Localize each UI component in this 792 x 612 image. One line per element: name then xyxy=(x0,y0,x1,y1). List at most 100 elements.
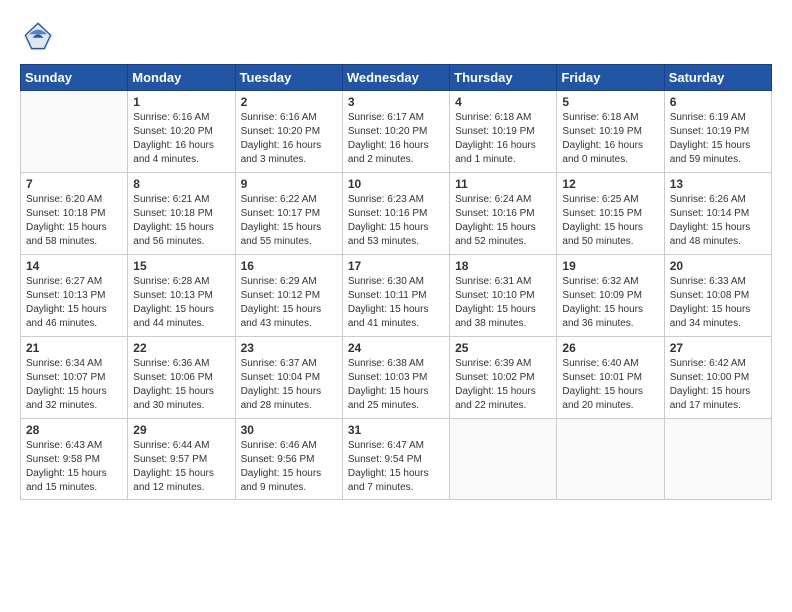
table-cell xyxy=(21,91,128,173)
day-info: Sunrise: 6:21 AM Sunset: 10:18 PM Daylig… xyxy=(133,193,229,249)
table-cell: 30 Sunrise: 6:46 AM Sunset: 9:56 PM Dayli… xyxy=(235,419,342,500)
table-cell: 14 Sunrise: 6:27 AM Sunset: 10:13 PM Dayl… xyxy=(21,255,128,337)
table-cell: 13 Sunrise: 6:26 AM Sunset: 10:14 PM Dayl… xyxy=(664,173,771,255)
table-cell: 19Sunrise: 6:32 AM Sunset: 10:09 PM Dayl… xyxy=(557,255,664,337)
day-info: Sunrise: 6:29 AM Sunset: 10:12 PM Daylig… xyxy=(241,275,337,331)
day-number: 30 xyxy=(241,423,337,437)
day-number: 11 xyxy=(455,177,551,191)
calendar-body: 1 Sunrise: 6:16 AM Sunset: 10:20 PM Dayli… xyxy=(21,91,772,500)
day-info: Sunrise: 6:31 AM Sunset: 10:10 PM Daylig… xyxy=(455,275,551,331)
day-number: 10 xyxy=(348,177,444,191)
day-number: 3 xyxy=(348,95,444,109)
day-number: 1 xyxy=(133,95,229,109)
day-info: Sunrise: 6:42 AM Sunset: 10:00 PM Daylig… xyxy=(670,357,766,413)
table-cell: 20 Sunrise: 6:33 AM Sunset: 10:08 PM Dayl… xyxy=(664,255,771,337)
table-cell: 23Sunrise: 6:37 AM Sunset: 10:04 PM Dayl… xyxy=(235,337,342,419)
table-cell: 16 Sunrise: 6:29 AM Sunset: 10:12 PM Dayl… xyxy=(235,255,342,337)
day-info: Sunrise: 6:18 AM Sunset: 10:19 PM Daylig… xyxy=(562,111,658,167)
header xyxy=(20,18,772,54)
table-cell: 31Sunrise: 6:47 AM Sunset: 9:54 PM Dayli… xyxy=(342,419,449,500)
day-number: 6 xyxy=(670,95,766,109)
header-wednesday: Wednesday xyxy=(342,65,449,91)
day-number: 17 xyxy=(348,259,444,273)
day-number: 22 xyxy=(133,341,229,355)
day-info: Sunrise: 6:33 AM Sunset: 10:08 PM Daylig… xyxy=(670,275,766,331)
week-row-1: 1 Sunrise: 6:16 AM Sunset: 10:20 PM Dayli… xyxy=(21,91,772,173)
day-number: 4 xyxy=(455,95,551,109)
day-number: 29 xyxy=(133,423,229,437)
day-info: Sunrise: 6:30 AM Sunset: 10:11 PM Daylig… xyxy=(348,275,444,331)
table-cell: 22 Sunrise: 6:36 AM Sunset: 10:06 PM Dayl… xyxy=(128,337,235,419)
day-number: 14 xyxy=(26,259,122,273)
header-row: SundayMondayTuesdayWednesdayThursdayFrid… xyxy=(21,65,772,91)
table-cell: 10Sunrise: 6:23 AM Sunset: 10:16 PM Dayl… xyxy=(342,173,449,255)
table-cell: 1 Sunrise: 6:16 AM Sunset: 10:20 PM Dayli… xyxy=(128,91,235,173)
table-cell xyxy=(557,419,664,500)
day-info: Sunrise: 6:16 AM Sunset: 10:20 PM Daylig… xyxy=(133,111,229,167)
day-info: Sunrise: 6:32 AM Sunset: 10:09 PM Daylig… xyxy=(562,275,658,331)
day-number: 18 xyxy=(455,259,551,273)
day-number: 7 xyxy=(26,177,122,191)
week-row-4: 21 Sunrise: 6:34 AM Sunset: 10:07 PM Dayl… xyxy=(21,337,772,419)
table-cell xyxy=(450,419,557,500)
table-cell: 25 Sunrise: 6:39 AM Sunset: 10:02 PM Dayl… xyxy=(450,337,557,419)
day-number: 20 xyxy=(670,259,766,273)
table-cell: 2 Sunrise: 6:16 AM Sunset: 10:20 PM Dayli… xyxy=(235,91,342,173)
table-cell: 4 Sunrise: 6:18 AM Sunset: 10:19 PM Dayli… xyxy=(450,91,557,173)
day-number: 15 xyxy=(133,259,229,273)
header-tuesday: Tuesday xyxy=(235,65,342,91)
table-cell: 15 Sunrise: 6:28 AM Sunset: 10:13 PM Dayl… xyxy=(128,255,235,337)
day-number: 2 xyxy=(241,95,337,109)
day-number: 9 xyxy=(241,177,337,191)
header-friday: Friday xyxy=(557,65,664,91)
table-cell xyxy=(664,419,771,500)
calendar-table: SundayMondayTuesdayWednesdayThursdayFrid… xyxy=(20,64,772,500)
day-info: Sunrise: 6:39 AM Sunset: 10:02 PM Daylig… xyxy=(455,357,551,413)
table-cell: 5 Sunrise: 6:18 AM Sunset: 10:19 PM Dayli… xyxy=(557,91,664,173)
day-number: 16 xyxy=(241,259,337,273)
header-monday: Monday xyxy=(128,65,235,91)
table-cell: 9Sunrise: 6:22 AM Sunset: 10:17 PM Dayli… xyxy=(235,173,342,255)
day-info: Sunrise: 6:28 AM Sunset: 10:13 PM Daylig… xyxy=(133,275,229,331)
table-cell: 3 Sunrise: 6:17 AM Sunset: 10:20 PM Dayli… xyxy=(342,91,449,173)
day-info: Sunrise: 6:44 AM Sunset: 9:57 PM Dayligh… xyxy=(133,439,229,495)
week-row-5: 28 Sunrise: 6:43 AM Sunset: 9:58 PM Dayli… xyxy=(21,419,772,500)
table-cell: 12 Sunrise: 6:25 AM Sunset: 10:15 PM Dayl… xyxy=(557,173,664,255)
table-cell: 11Sunrise: 6:24 AM Sunset: 10:16 PM Dayl… xyxy=(450,173,557,255)
day-number: 28 xyxy=(26,423,122,437)
week-row-3: 14 Sunrise: 6:27 AM Sunset: 10:13 PM Dayl… xyxy=(21,255,772,337)
day-info: Sunrise: 6:34 AM Sunset: 10:07 PM Daylig… xyxy=(26,357,122,413)
day-info: Sunrise: 6:26 AM Sunset: 10:14 PM Daylig… xyxy=(670,193,766,249)
day-info: Sunrise: 6:40 AM Sunset: 10:01 PM Daylig… xyxy=(562,357,658,413)
day-info: Sunrise: 6:17 AM Sunset: 10:20 PM Daylig… xyxy=(348,111,444,167)
day-number: 26 xyxy=(562,341,658,355)
day-info: Sunrise: 6:47 AM Sunset: 9:54 PM Dayligh… xyxy=(348,439,444,495)
table-cell: 27Sunrise: 6:42 AM Sunset: 10:00 PM Dayl… xyxy=(664,337,771,419)
page-container: SundayMondayTuesdayWednesdayThursdayFrid… xyxy=(0,0,792,510)
day-info: Sunrise: 6:20 AM Sunset: 10:18 PM Daylig… xyxy=(26,193,122,249)
day-info: Sunrise: 6:43 AM Sunset: 9:58 PM Dayligh… xyxy=(26,439,122,495)
day-info: Sunrise: 6:27 AM Sunset: 10:13 PM Daylig… xyxy=(26,275,122,331)
day-number: 5 xyxy=(562,95,658,109)
day-info: Sunrise: 6:46 AM Sunset: 9:56 PM Dayligh… xyxy=(241,439,337,495)
header-sunday: Sunday xyxy=(21,65,128,91)
table-cell: 29 Sunrise: 6:44 AM Sunset: 9:57 PM Dayli… xyxy=(128,419,235,500)
logo xyxy=(20,18,60,54)
table-cell: 6Sunrise: 6:19 AM Sunset: 10:19 PM Dayli… xyxy=(664,91,771,173)
day-number: 13 xyxy=(670,177,766,191)
table-cell: 8Sunrise: 6:21 AM Sunset: 10:18 PM Dayli… xyxy=(128,173,235,255)
table-cell: 17 Sunrise: 6:30 AM Sunset: 10:11 PM Dayl… xyxy=(342,255,449,337)
day-number: 25 xyxy=(455,341,551,355)
week-row-2: 7 Sunrise: 6:20 AM Sunset: 10:18 PM Dayli… xyxy=(21,173,772,255)
table-cell: 26 Sunrise: 6:40 AM Sunset: 10:01 PM Dayl… xyxy=(557,337,664,419)
day-info: Sunrise: 6:37 AM Sunset: 10:04 PM Daylig… xyxy=(241,357,337,413)
table-cell: 24Sunrise: 6:38 AM Sunset: 10:03 PM Dayl… xyxy=(342,337,449,419)
day-info: Sunrise: 6:16 AM Sunset: 10:20 PM Daylig… xyxy=(241,111,337,167)
day-info: Sunrise: 6:18 AM Sunset: 10:19 PM Daylig… xyxy=(455,111,551,167)
day-info: Sunrise: 6:25 AM Sunset: 10:15 PM Daylig… xyxy=(562,193,658,249)
day-number: 21 xyxy=(26,341,122,355)
day-info: Sunrise: 6:36 AM Sunset: 10:06 PM Daylig… xyxy=(133,357,229,413)
day-number: 12 xyxy=(562,177,658,191)
table-cell: 7 Sunrise: 6:20 AM Sunset: 10:18 PM Dayli… xyxy=(21,173,128,255)
table-cell: 18 Sunrise: 6:31 AM Sunset: 10:10 PM Dayl… xyxy=(450,255,557,337)
